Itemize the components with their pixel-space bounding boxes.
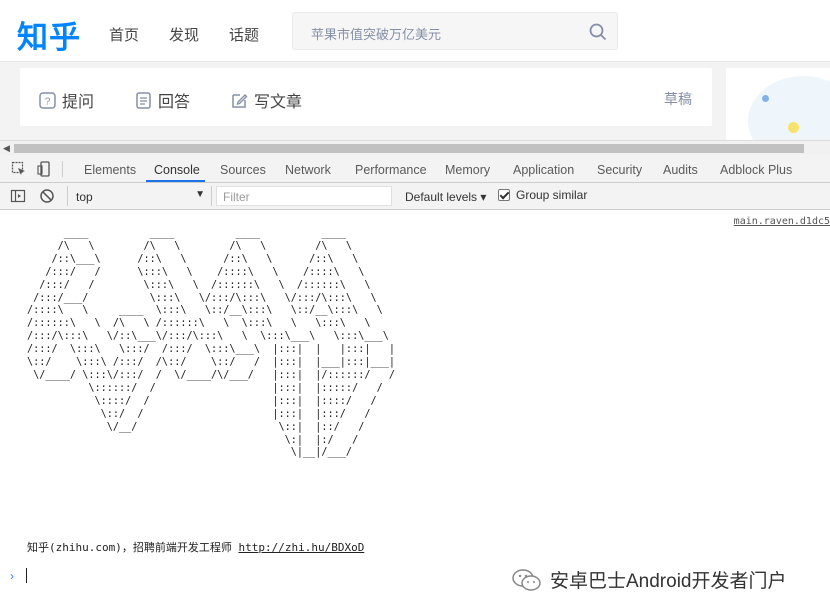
- watermark: 安卓巴士Android开发者门户: [512, 566, 787, 593]
- drafts-link[interactable]: 草稿: [664, 89, 692, 109]
- console-filter-input[interactable]: Filter: [216, 186, 392, 206]
- ask-question-label: 提问: [62, 94, 95, 111]
- active-tab-indicator: [146, 180, 205, 182]
- tab-elements[interactable]: Elements: [84, 163, 136, 177]
- wechat-icon: [512, 568, 541, 591]
- tab-adblock-plus[interactable]: Adblock Plus: [720, 163, 792, 177]
- console-source-link[interactable]: main.raven.d1dc5: [734, 216, 830, 227]
- ask-question-button[interactable]: ? 提问: [39, 88, 94, 112]
- filter-placeholder: Filter: [223, 190, 250, 204]
- tab-sources[interactable]: Sources: [220, 163, 266, 177]
- tab-audits[interactable]: Audits: [663, 163, 698, 177]
- device-toolbar-icon[interactable]: [37, 161, 53, 177]
- watermark-text: 安卓巴士Android开发者门户: [550, 571, 787, 592]
- log-levels-dropdown[interactable]: Default levels ▾: [405, 190, 486, 204]
- svg-text:?: ?: [45, 96, 51, 107]
- tab-performance[interactable]: Performance: [355, 163, 427, 177]
- tab-memory[interactable]: Memory: [445, 163, 490, 177]
- write-article-label: 写文章: [254, 94, 303, 111]
- context-value: top: [76, 190, 93, 204]
- search-placeholder: 苹果市值突破万亿美元: [311, 27, 442, 42]
- console-toolbar: top ▼ Filter Default levels ▾ Group simi…: [0, 183, 830, 210]
- screen: { "zhihu": { "logo": "知乎", "nav": ["首页",…: [0, 0, 830, 612]
- answer-icon: [136, 91, 151, 109]
- tab-application[interactable]: Application: [513, 163, 574, 177]
- question-icon: ?: [39, 91, 56, 109]
- horizontal-scrollbar[interactable]: ◀: [0, 140, 830, 155]
- execution-context-select[interactable]: top ▼: [67, 186, 212, 206]
- nav-discover[interactable]: 发现: [169, 24, 199, 45]
- clear-console-icon[interactable]: [39, 188, 55, 204]
- illustration-dot-blue: [762, 95, 769, 102]
- group-similar-label: Group similar: [516, 188, 588, 202]
- hiring-link[interactable]: http://zhi.hu/BDXoD: [238, 541, 364, 554]
- group-similar-checkbox[interactable]: [498, 189, 510, 201]
- zhihu-ascii-art: ____ ____ ____ ____ /\ \ /\ \ /\ \ /\ \ …: [27, 228, 396, 459]
- group-similar-toggle[interactable]: Group similar: [498, 188, 587, 202]
- tab-console[interactable]: Console: [154, 163, 200, 177]
- zhihu-header: 知乎 首页 发现 话题 苹果市值突破万亿美元: [0, 0, 830, 62]
- inspect-element-icon[interactable]: [11, 161, 27, 177]
- tab-security[interactable]: Security: [597, 163, 642, 177]
- scroll-left-arrow-icon[interactable]: ◀: [3, 143, 10, 154]
- nav-topics[interactable]: 话题: [229, 24, 259, 45]
- toolbar-separator: [62, 161, 63, 177]
- search-icon[interactable]: [589, 23, 607, 41]
- hiring-message: 知乎(zhihu.com)，招聘前端开发工程师 http://zhi.hu/BD…: [27, 539, 364, 555]
- show-sidebar-icon[interactable]: [10, 188, 26, 204]
- illustration-dot-yellow: [788, 122, 799, 133]
- pencil-icon: [232, 93, 248, 108]
- answer-label: 回答: [158, 94, 191, 111]
- tab-network[interactable]: Network: [285, 163, 331, 177]
- devtools-panel: Elements Console Sources Network Performance…: [0, 155, 830, 612]
- write-article-button[interactable]: 写文章: [231, 88, 302, 112]
- hiring-text: 知乎(zhihu.com)，招聘前端开发工程师: [27, 541, 232, 554]
- write-actions-card: ? 提问 回答 写文章 草稿: [20, 68, 712, 126]
- console-prompt-icon: ›: [10, 569, 14, 583]
- chevron-down-icon: ▼: [195, 189, 205, 200]
- nav-home[interactable]: 首页: [109, 24, 139, 45]
- console-output: main.raven.d1dc5 ____ ____ ____ ____ /\ …: [0, 211, 830, 612]
- search-input[interactable]: 苹果市值突破万亿美元: [292, 12, 618, 50]
- devtools-tab-bar: Elements Console Sources Network Performance…: [0, 155, 830, 183]
- console-input-caret[interactable]: [26, 568, 27, 583]
- side-illustration: [726, 68, 830, 140]
- zhihu-logo[interactable]: 知乎: [17, 12, 81, 57]
- answer-button[interactable]: 回答: [135, 88, 190, 112]
- scrollbar-thumb[interactable]: [14, 144, 804, 153]
